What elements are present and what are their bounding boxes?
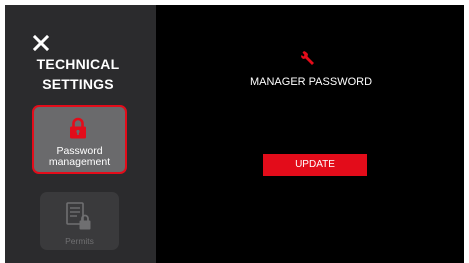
wrench-icon <box>301 51 314 65</box>
sidebar-title-line2: SETTINGS <box>42 76 114 92</box>
sidebar-title-line1: TECHNICAL <box>36 56 120 72</box>
sidebar-item-password-management[interactable]: Password management <box>32 105 127 174</box>
sidebar-item-label: Password management <box>34 146 125 168</box>
sidebar-item-label: Permits <box>65 236 94 246</box>
page-title: MANAGER PASSWORD <box>249 76 373 88</box>
lock-icon <box>70 117 86 139</box>
sidebar-title: TECHNICAL SETTINGS <box>5 54 151 94</box>
close-icon[interactable] <box>32 34 50 52</box>
sidebar: TECHNICAL SETTINGS Password management P… <box>5 5 156 263</box>
sidebar-item-label-line2: management <box>48 156 111 168</box>
document-lock-icon <box>66 202 91 230</box>
app-window: TECHNICAL SETTINGS Password management P… <box>5 5 464 263</box>
sidebar-item-permits: Permits <box>40 192 119 250</box>
update-button[interactable]: UPDATE <box>263 154 367 176</box>
